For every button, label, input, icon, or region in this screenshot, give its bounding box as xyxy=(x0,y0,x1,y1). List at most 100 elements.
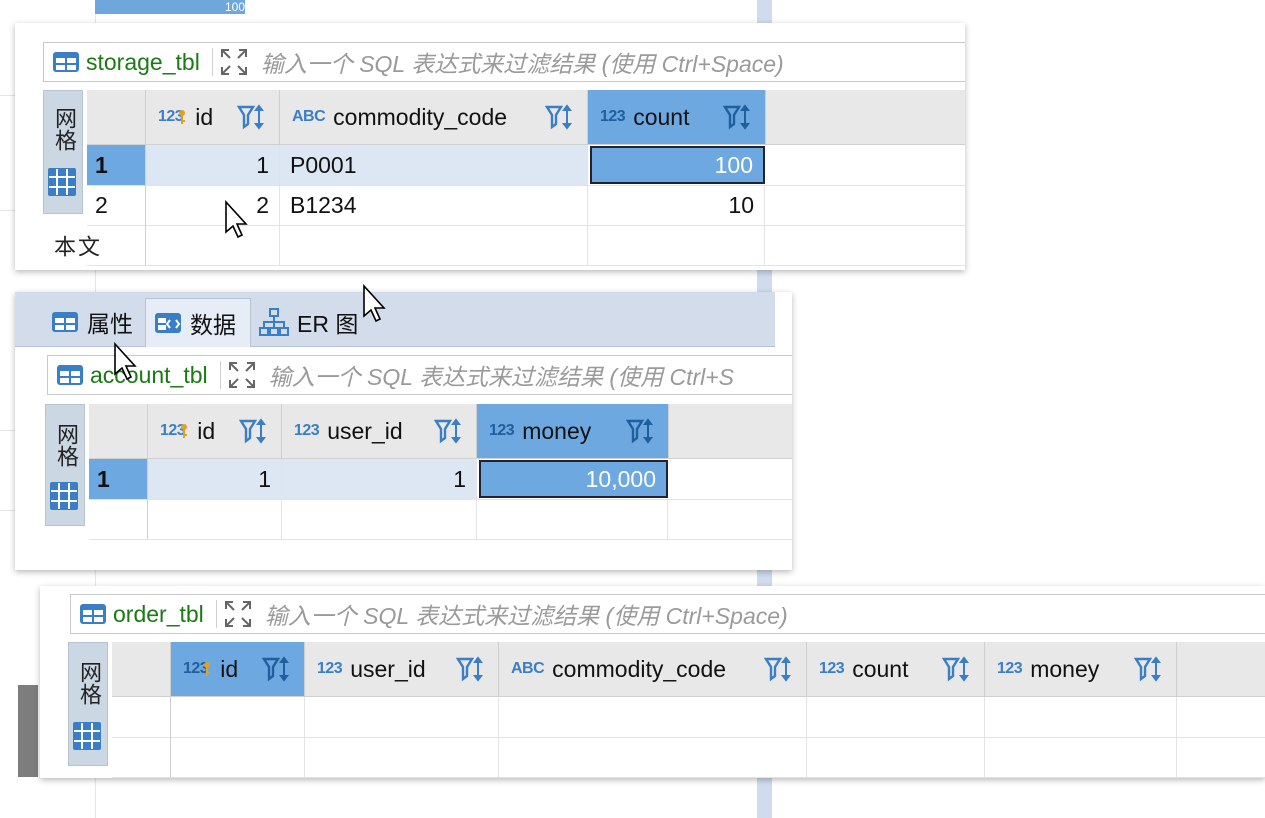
column-header-money[interactable]: 123 money xyxy=(477,404,669,458)
cell-commodity-code[interactable]: B1234 xyxy=(280,185,588,225)
empty-row xyxy=(87,225,965,266)
empty-cell xyxy=(282,499,477,539)
cell-id[interactable]: 1 xyxy=(146,145,280,185)
expand-icon[interactable] xyxy=(223,599,253,629)
empty-cell xyxy=(477,499,668,539)
divider xyxy=(219,361,221,389)
column-header-user-id[interactable]: 123 user_id xyxy=(282,404,477,458)
column-header-id[interactable]: 123 id xyxy=(146,90,280,144)
filter-sort-icon[interactable] xyxy=(239,418,271,444)
column-name: commodity_code xyxy=(552,655,727,682)
column-header-id[interactable]: 123 id xyxy=(148,404,282,458)
empty-cell xyxy=(985,737,1177,777)
empty-cell xyxy=(588,225,765,265)
column-header-commodity-code[interactable]: ABC commodity_code xyxy=(280,90,588,144)
background-grid-line xyxy=(0,430,15,431)
er-diagram-icon xyxy=(259,308,289,336)
filter-input[interactable]: 输入一个 SQL 表达式来过滤结果 (使用 Ctrl+Space) xyxy=(265,597,788,631)
expand-icon[interactable] xyxy=(227,360,257,390)
cell-money[interactable]: 10,000 xyxy=(479,460,668,498)
data-icon xyxy=(155,313,181,333)
grid-icon xyxy=(50,482,78,510)
filter-bar: account_tbl 输入一个 SQL 表达式来过滤结果 (使用 Ctrl+S xyxy=(47,355,792,395)
table-row[interactable]: 1 1 1 10,000 xyxy=(89,459,792,500)
side-view-switcher[interactable]: 网格 xyxy=(43,90,83,214)
cell-count[interactable]: 100 xyxy=(590,146,765,184)
filter-input[interactable]: 输入一个 SQL 表达式来过滤结果 (使用 Ctrl+S xyxy=(269,358,734,392)
background-grid-line xyxy=(0,95,15,96)
column-header-commodity-code[interactable]: ABC commodity_code xyxy=(499,642,807,696)
column-header-money[interactable]: 123 money xyxy=(985,642,1177,696)
column-header-id[interactable]: 123 id xyxy=(171,642,305,696)
table-icon xyxy=(52,312,78,332)
grid-view-label[interactable]: 网格 xyxy=(77,661,102,705)
cell-count[interactable]: 10 xyxy=(588,185,765,225)
filter-sort-icon[interactable] xyxy=(723,104,755,130)
filter-sort-icon[interactable] xyxy=(237,104,269,130)
table-row[interactable]: 1 1 P0001 100 xyxy=(87,145,965,186)
table-name: account_tbl xyxy=(90,361,208,388)
mouse-cursor-icon xyxy=(363,284,386,323)
filter-sort-icon[interactable] xyxy=(942,656,974,682)
order-result-panel: 网格 order_tbl 输入一个 SQL 表达式来过滤结果 (使用 Ctrl+… xyxy=(40,586,1265,778)
column-name: count xyxy=(852,655,909,682)
filter-sort-icon[interactable] xyxy=(545,104,577,130)
text-type-icon: ABC xyxy=(292,108,326,125)
filter-sort-icon[interactable] xyxy=(434,418,466,444)
background-scrollbar[interactable] xyxy=(18,685,38,777)
row-number[interactable]: 1 xyxy=(87,145,146,185)
background-cell-value: 100 xyxy=(95,0,245,14)
empty-cell xyxy=(171,697,305,737)
filter-sort-icon[interactable] xyxy=(1134,656,1166,682)
key-icon xyxy=(204,662,211,676)
tab-label: 属性 xyxy=(87,311,133,337)
cell-id[interactable]: 1 xyxy=(148,459,282,499)
filter-sort-icon[interactable] xyxy=(764,656,796,682)
filter-bar: storage_tbl 输入一个 SQL 表达式来过滤结果 (使用 Ctrl+S… xyxy=(43,42,965,82)
side-view-switcher[interactable]: 网格 xyxy=(68,642,108,766)
tab-er-diagram[interactable]: ER 图 xyxy=(251,298,369,346)
numeric-type-icon: 123 xyxy=(160,422,189,440)
mouse-cursor-icon xyxy=(225,200,248,239)
expand-icon[interactable] xyxy=(219,47,249,77)
filter-sort-icon[interactable] xyxy=(626,418,658,444)
grid-view-label[interactable]: 网格 xyxy=(54,423,79,467)
empty-cell xyxy=(146,225,280,265)
row-number[interactable]: 1 xyxy=(89,459,148,499)
column-name: count xyxy=(633,103,690,130)
column-name: commodity_code xyxy=(333,103,508,130)
tab-data[interactable]: 数据 xyxy=(145,298,251,347)
column-header-row: 123 id ABC commodity_code 123 count xyxy=(87,90,965,145)
column-name: user_id xyxy=(327,417,403,444)
empty-row xyxy=(89,499,792,540)
row-number[interactable]: 2 xyxy=(87,185,146,225)
side-view-switcher[interactable]: 网格 xyxy=(45,404,85,526)
empty-cell xyxy=(171,737,305,777)
cell-user-id[interactable]: 1 xyxy=(282,459,477,499)
filter-sort-icon[interactable] xyxy=(262,656,294,682)
editor-tab-bar: 属性 数据 ER 图 xyxy=(15,292,775,347)
filter-sort-icon[interactable] xyxy=(456,656,488,682)
column-header-count[interactable]: 123 count xyxy=(807,642,985,696)
column-header-user-id[interactable]: 123 user_id xyxy=(305,642,499,696)
empty-row xyxy=(112,737,1265,778)
filter-input[interactable]: 输入一个 SQL 表达式来过滤结果 (使用 Ctrl+Space) xyxy=(261,45,784,79)
background-grid-line xyxy=(0,210,15,211)
cell-id[interactable]: 2 xyxy=(146,185,280,225)
grid-view-label[interactable]: 网格 xyxy=(52,107,77,151)
column-header-count[interactable]: 123 count xyxy=(588,90,766,144)
numeric-type-icon: 123 xyxy=(183,660,212,678)
column-name: id xyxy=(197,417,216,444)
cell-commodity-code[interactable]: P0001 xyxy=(280,145,588,185)
column-header-row: 123 id 123 user_id 123 money xyxy=(89,404,792,459)
background-grid-line xyxy=(0,510,15,511)
column-name: money xyxy=(1030,655,1100,682)
table-row[interactable]: 2 2 B1234 10 xyxy=(87,185,965,226)
numeric-type-icon: 123 xyxy=(997,660,1023,677)
numeric-type-icon: 123 xyxy=(294,422,320,439)
filter-bar: order_tbl 输入一个 SQL 表达式来过滤结果 (使用 Ctrl+Spa… xyxy=(70,594,1265,634)
empty-cell xyxy=(499,697,807,737)
empty-cell xyxy=(280,225,588,265)
tab-properties[interactable]: 属性 xyxy=(43,298,143,346)
text-type-icon: ABC xyxy=(511,660,545,677)
